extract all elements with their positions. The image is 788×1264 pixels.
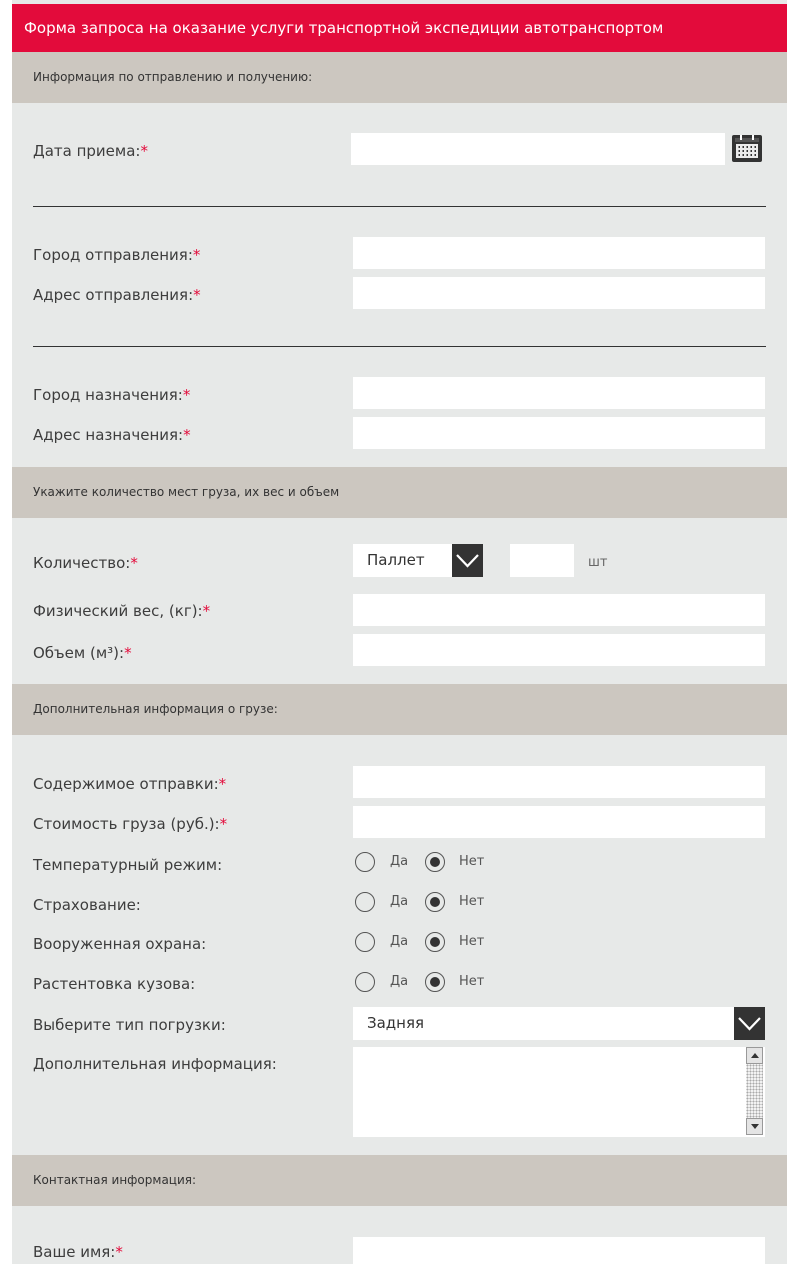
scroll-up-icon[interactable] (746, 1047, 763, 1064)
section-cargo: Укажите количество мест груза, их вес и … (12, 467, 787, 518)
contents-input[interactable] (353, 766, 765, 798)
insurance-no-label: Нет (459, 894, 485, 909)
guard-yes-label: Да (390, 934, 409, 949)
weight-input[interactable] (353, 594, 765, 626)
temperature-yes-radio[interactable] (355, 852, 375, 872)
guard-label: Вооруженная охрана: (33, 935, 207, 953)
tent-label: Растентовка кузова: (33, 975, 196, 993)
quantity-label: Количество:* (33, 554, 138, 572)
name-label: Ваше имя:* (33, 1243, 123, 1261)
scroll-track[interactable] (746, 1064, 763, 1118)
loading-type-select[interactable]: Задняя (353, 1007, 765, 1040)
cost-label: Стоимость груза (руб.):* (33, 815, 228, 833)
guard-yes-radio[interactable] (355, 932, 375, 952)
from-address-label: Адрес отправления:* (33, 286, 201, 304)
from-city-label: Город отправления:* (33, 246, 201, 264)
section-contact: Контактная информация: (12, 1155, 787, 1206)
temperature-no-radio[interactable] (425, 852, 445, 872)
section-shipping: Информация по отправлению и получению: (12, 52, 787, 103)
tent-no-radio[interactable] (425, 972, 445, 992)
quantity-unit-value: Паллет (367, 551, 425, 569)
divider (33, 346, 766, 347)
divider (33, 206, 766, 207)
section-extra: Дополнительная информация о грузе: (12, 684, 787, 735)
quantity-count-input[interactable] (510, 544, 574, 577)
chevron-down-icon[interactable] (452, 544, 483, 577)
insurance-yes-radio[interactable] (355, 892, 375, 912)
info-label: Дополнительная информация: (33, 1055, 277, 1073)
tent-yes-radio[interactable] (355, 972, 375, 992)
guard-no-radio[interactable] (425, 932, 445, 952)
form-title: Форма запроса на оказание услуги транспо… (12, 4, 787, 52)
insurance-yes-label: Да (390, 894, 409, 909)
name-input[interactable] (353, 1237, 765, 1264)
loading-type-value: Задняя (367, 1014, 425, 1032)
temperature-no-label: Нет (459, 854, 485, 869)
to-city-label: Город назначения:* (33, 386, 191, 404)
info-textarea[interactable] (353, 1047, 765, 1137)
scroll-down-icon[interactable] (746, 1118, 763, 1135)
cost-input[interactable] (353, 806, 765, 838)
textarea-scrollbar[interactable] (746, 1047, 763, 1135)
loading-label: Выберите тип погрузки: (33, 1016, 226, 1034)
insurance-label: Страхование: (33, 896, 141, 914)
weight-label: Физический вес, (кг):* (33, 602, 211, 620)
quantity-unit-label: шт (588, 555, 608, 570)
to-city-input[interactable] (353, 377, 765, 409)
calendar-icon[interactable] (732, 135, 762, 162)
volume-input[interactable] (353, 634, 765, 666)
to-address-input[interactable] (353, 417, 765, 449)
from-address-input[interactable] (353, 277, 765, 309)
temperature-yes-label: Да (390, 854, 409, 869)
guard-no-label: Нет (459, 934, 485, 949)
date-input[interactable] (351, 133, 725, 165)
temperature-label: Температурный режим: (33, 856, 223, 874)
date-label: Дата приема:* (33, 142, 148, 160)
quantity-unit-select[interactable]: Паллет (353, 544, 483, 577)
tent-no-label: Нет (459, 974, 485, 989)
to-address-label: Адрес назначения:* (33, 426, 191, 444)
contents-label: Содержимое отправки:* (33, 775, 227, 793)
tent-yes-label: Да (390, 974, 409, 989)
chevron-down-icon[interactable] (734, 1007, 765, 1040)
from-city-input[interactable] (353, 237, 765, 269)
volume-label: Объем (м³):* (33, 644, 132, 662)
request-form: Форма запроса на оказание услуги транспо… (12, 0, 787, 1264)
insurance-no-radio[interactable] (425, 892, 445, 912)
